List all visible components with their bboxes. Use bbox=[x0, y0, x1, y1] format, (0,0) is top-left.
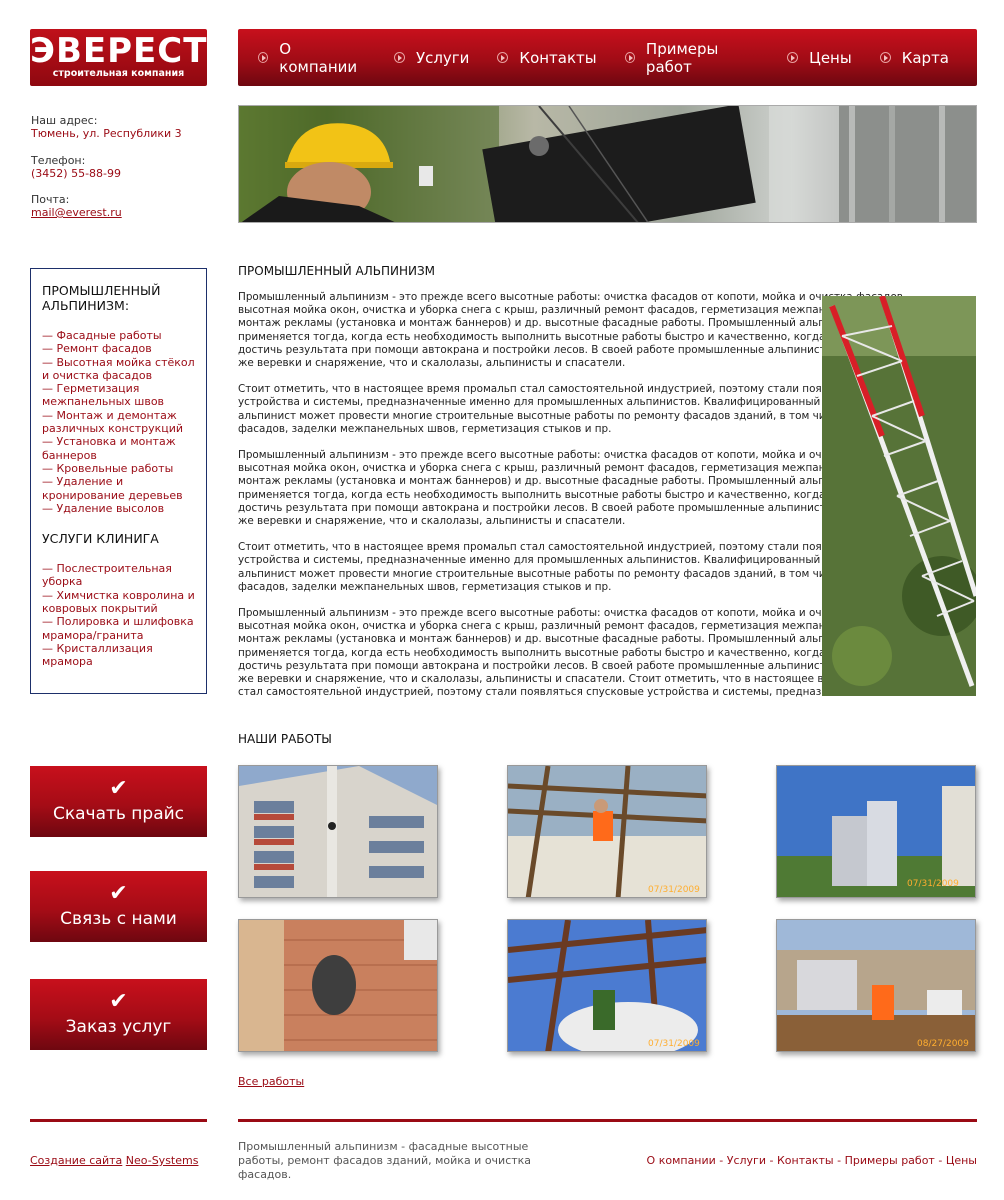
sidebar-item-carpet-cleaning[interactable]: — Химчистка ковролина и ковровых покрыти… bbox=[42, 589, 196, 616]
nav-label: Примеры работ bbox=[645, 39, 719, 76]
sidebar-heading-cleaning: УСЛУГИ КЛИНИГА bbox=[42, 531, 159, 547]
checkmark-icon: ✔ bbox=[109, 989, 128, 1014]
nav-item-contacts[interactable]: Контакты bbox=[497, 48, 597, 67]
photo-date: 07/31/2009 bbox=[648, 1039, 700, 1049]
climber-photo bbox=[239, 106, 976, 222]
article-title: ПРОМЫШЛЕННЫЙ АЛЬПИНИЗМ bbox=[238, 264, 436, 278]
roofers-photo: 07/31/2009 bbox=[508, 920, 706, 1051]
photo-date: 07/31/2009 bbox=[648, 885, 700, 895]
footer-link-services[interactable]: Услуги bbox=[727, 1154, 766, 1167]
logo-name: ЭВЕРЕСТ bbox=[30, 31, 208, 71]
button-label: Заказ услуг bbox=[65, 1017, 172, 1037]
nav-label: Услуги bbox=[415, 48, 470, 67]
button-label: Связь с нами bbox=[60, 909, 177, 929]
services-sidebar: ПРОМЫШЛЕННЫЙ АЛЬПИНИЗМ: — Фасадные работ… bbox=[30, 268, 207, 694]
sidebar-list-alpinism: — Фасадные работы — Ремонт фасадов — Выс… bbox=[42, 329, 196, 515]
footer-link-prices[interactable]: Цены bbox=[946, 1154, 977, 1167]
sidebar-item-roofing[interactable]: — Кровельные работы bbox=[42, 462, 196, 475]
address-value: Тюмень, ул. Республики 3 bbox=[31, 127, 182, 140]
footer-link-portfolio[interactable]: Примеры работ bbox=[845, 1154, 935, 1167]
header-banner-image bbox=[238, 105, 977, 223]
main-nav: О компании Услуги Контакты Примеры работ… bbox=[238, 29, 977, 86]
order-services-button[interactable]: ✔ Заказ услуг bbox=[30, 979, 207, 1050]
contact-us-button[interactable]: ✔ Связь с нами bbox=[30, 871, 207, 942]
rooftop-worker-photo: 08/27/2009 bbox=[777, 920, 975, 1051]
nav-item-about[interactable]: О компании bbox=[258, 40, 366, 76]
nav-item-map[interactable]: Карта bbox=[879, 48, 949, 67]
work-thumbnail[interactable] bbox=[238, 765, 438, 898]
phone-label: Телефон: bbox=[31, 154, 86, 167]
arrow-circle-icon bbox=[624, 52, 635, 63]
nav-item-portfolio[interactable]: Примеры работ bbox=[624, 39, 760, 76]
footer-separator: - bbox=[719, 1154, 727, 1167]
all-works-link[interactable]: Все работы bbox=[238, 1075, 304, 1088]
footer-link-about[interactable]: О компании bbox=[647, 1154, 716, 1167]
sidebar-item-facade-repair[interactable]: — Ремонт фасадов bbox=[42, 342, 196, 355]
work-thumbnail[interactable]: 07/31/2009 bbox=[776, 765, 976, 898]
brick-wall-photo bbox=[239, 920, 437, 1051]
credit-prefix-link[interactable]: Создание сайта bbox=[30, 1154, 122, 1167]
logo[interactable]: ЭВЕРЕСТ строительная компания bbox=[30, 29, 207, 86]
building-photo bbox=[239, 766, 437, 897]
sidebar-item-marble-polishing[interactable]: — Полировка и шлифовка мрамора/гранита bbox=[42, 615, 196, 642]
footer-divider bbox=[238, 1119, 977, 1122]
work-thumbnail[interactable]: 07/31/2009 bbox=[507, 919, 707, 1052]
photo-date: 08/27/2009 bbox=[917, 1039, 969, 1049]
nav-item-prices[interactable]: Цены bbox=[787, 49, 852, 67]
address-label: Наш адрес: bbox=[31, 114, 98, 127]
footer-divider bbox=[30, 1119, 207, 1122]
footer-separator: - bbox=[837, 1154, 845, 1167]
footer-separator: - bbox=[769, 1154, 777, 1167]
sidebar-item-efflorescence[interactable]: — Удаление высолов bbox=[42, 502, 196, 515]
sidebar-item-banners[interactable]: — Установка и монтаж баннеров bbox=[42, 435, 196, 462]
footer-link-contacts[interactable]: Контакты bbox=[777, 1154, 834, 1167]
work-thumbnail[interactable]: 08/27/2009 bbox=[776, 919, 976, 1052]
nav-label: Карта bbox=[901, 48, 949, 67]
sidebar-item-mounting[interactable]: — Монтаж и демонтаж различных конструкци… bbox=[42, 409, 196, 436]
works-title: НАШИ РАБОТЫ bbox=[238, 732, 332, 746]
footer-credit: Создание сайта Neo-Systems bbox=[30, 1154, 198, 1167]
nav-label: Цены bbox=[809, 48, 852, 67]
sidebar-item-seam-sealing[interactable]: — Герметизация межпанельных швов bbox=[42, 382, 196, 409]
logo-tagline: строительная компания bbox=[52, 68, 185, 79]
roof-frame-photo: 07/31/2009 bbox=[508, 766, 706, 897]
sidebar-item-marble-crystallization[interactable]: — Кристаллизация мрамора bbox=[42, 642, 196, 669]
credit-company-link[interactable]: Neo-Systems bbox=[126, 1154, 199, 1167]
phone-value: (3452) 55-88-99 bbox=[31, 167, 122, 180]
tower-building-photo: 07/31/2009 bbox=[777, 766, 975, 897]
sidebar-item-post-construction[interactable]: — Послестроительная уборка bbox=[42, 562, 196, 589]
sidebar-item-tree-removal[interactable]: — Удаление и кронирование деревьев bbox=[42, 475, 196, 502]
footer-separator: - bbox=[938, 1154, 946, 1167]
photo-date: 07/31/2009 bbox=[907, 879, 959, 889]
nav-item-services[interactable]: Услуги bbox=[393, 48, 470, 67]
arrow-circle-icon bbox=[258, 52, 269, 63]
work-thumbnail[interactable]: 07/31/2009 bbox=[507, 765, 707, 898]
checkmark-icon: ✔ bbox=[109, 776, 128, 801]
sidebar-heading-alpinism: ПРОМЫШЛЕННЫЙ АЛЬПИНИЗМ: bbox=[42, 283, 161, 313]
footer-nav: О компании - Услуги - Контакты - Примеры… bbox=[647, 1154, 977, 1167]
arrow-circle-icon bbox=[879, 52, 891, 63]
tower-photo bbox=[822, 296, 976, 696]
download-price-button[interactable]: ✔ Скачать прайс bbox=[30, 766, 207, 837]
arrow-circle-icon bbox=[497, 52, 509, 63]
email-link[interactable]: mail@everest.ru bbox=[31, 206, 122, 219]
nav-label: Контакты bbox=[519, 48, 597, 67]
arrow-circle-icon bbox=[787, 52, 799, 63]
arrow-circle-icon bbox=[393, 52, 405, 63]
sidebar-item-window-washing[interactable]: — Высотная мойка стёкол и очистка фасадо… bbox=[42, 356, 196, 383]
work-thumbnail[interactable] bbox=[238, 919, 438, 1052]
nav-label: О компании bbox=[279, 39, 358, 76]
sidebar-list-cleaning: — Послестроительная уборка — Химчистка к… bbox=[42, 562, 196, 668]
checkmark-icon: ✔ bbox=[109, 881, 128, 906]
email-label: Почта: bbox=[31, 193, 70, 206]
footer-description: Промышленный альпинизм - фасадные высотн… bbox=[238, 1140, 532, 1181]
sidebar-item-facade-works[interactable]: — Фасадные работы bbox=[42, 329, 196, 342]
button-label: Скачать прайс bbox=[52, 804, 185, 824]
